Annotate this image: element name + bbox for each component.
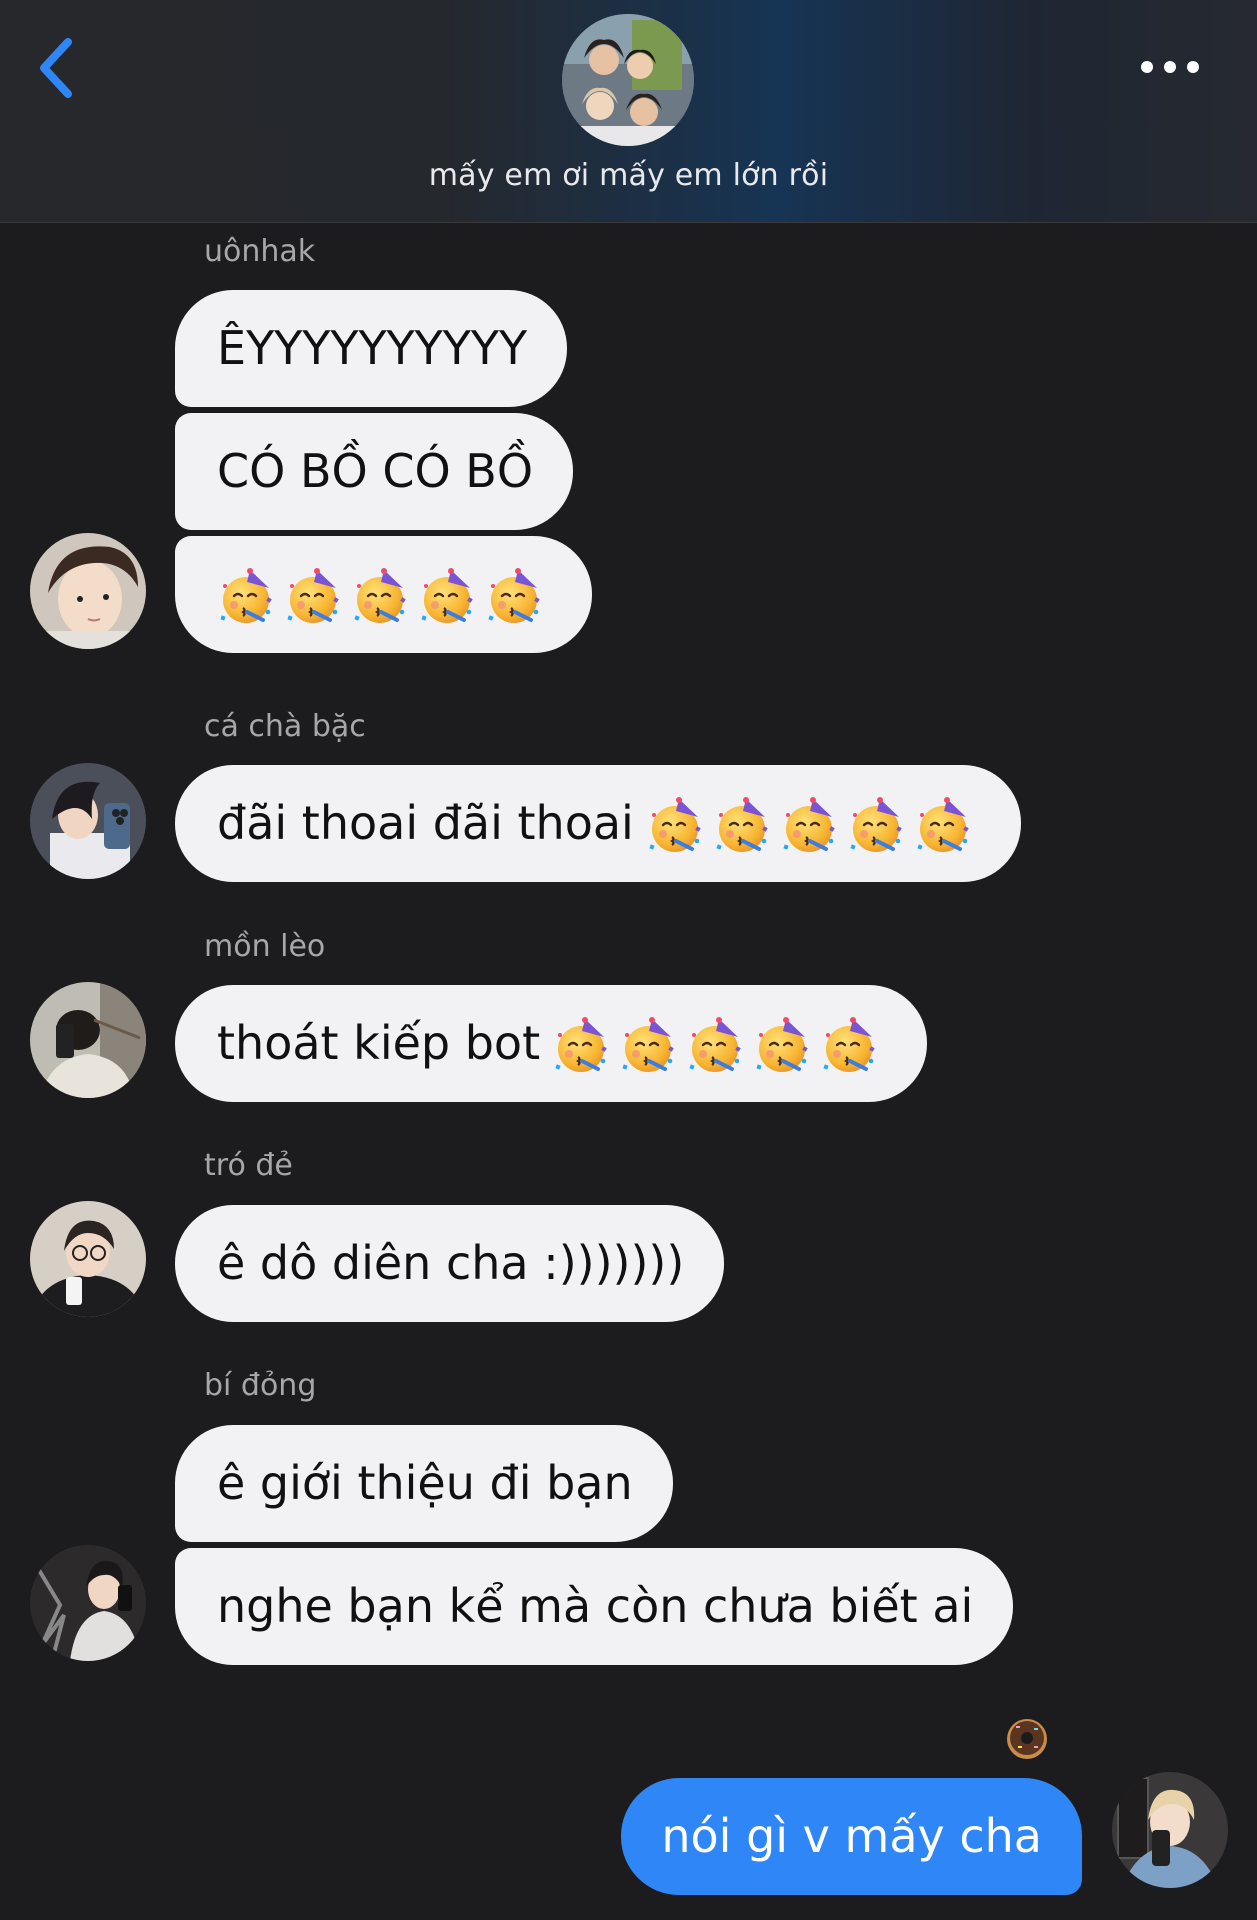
partying-face-emoji xyxy=(713,797,773,857)
partying-face-emoji xyxy=(780,797,840,857)
avatar[interactable] xyxy=(30,533,146,649)
emoji-row xyxy=(217,568,552,628)
message-bubble[interactable] xyxy=(175,536,592,653)
message-bubble[interactable]: thoát kiếp bot xyxy=(175,985,928,1102)
partying-face-emoji xyxy=(552,1017,612,1077)
group-avatar[interactable] xyxy=(562,14,694,146)
message-text: ê dô diên cha :))))))) xyxy=(217,1236,685,1290)
message-bubble[interactable]: nghe bạn kể mà còn chưa biết ai xyxy=(175,1548,1014,1665)
partying-face-emoji xyxy=(485,568,545,628)
chevron-left-icon xyxy=(40,38,72,98)
doughnut-reaction[interactable] xyxy=(1004,1716,1050,1762)
message-bubble[interactable]: CÓ BỒ CÓ BỒ xyxy=(175,413,574,530)
message-text: nghe bạn kể mà còn chưa biết ai xyxy=(217,1579,974,1633)
more-options-button[interactable] xyxy=(1130,42,1210,92)
message-text: nói gì v mấy cha xyxy=(661,1809,1042,1863)
message-text: ÊYYYYYYYYYY xyxy=(217,321,528,375)
message-text: thoát kiếp bot xyxy=(217,1016,541,1070)
partying-face-emoji xyxy=(753,1017,813,1077)
partying-face-emoji xyxy=(217,568,277,628)
partying-face-emoji xyxy=(847,797,907,857)
partying-face-emoji xyxy=(619,1017,679,1077)
avatar[interactable] xyxy=(30,1201,146,1317)
message-bubble[interactable]: ê dô diên cha :))))))) xyxy=(175,1205,725,1322)
sender-name: tró đẻ xyxy=(204,1148,293,1183)
message-text: CÓ BỒ CÓ BỒ xyxy=(217,444,534,498)
emoji-row xyxy=(552,1017,887,1077)
message-text: ê giới thiệu đi bạn xyxy=(217,1456,633,1510)
back-button[interactable] xyxy=(28,30,88,106)
more-horizontal-icon xyxy=(1141,61,1199,73)
partying-face-emoji xyxy=(418,568,478,628)
partying-face-emoji xyxy=(646,797,706,857)
message-bubble[interactable]: đãi thoai đãi thoai xyxy=(175,765,1021,882)
emoji-row xyxy=(646,797,981,857)
partying-face-emoji xyxy=(351,568,411,628)
avatar[interactable] xyxy=(30,1545,146,1661)
avatar[interactable] xyxy=(30,982,146,1098)
partying-face-emoji xyxy=(284,568,344,628)
my-avatar[interactable] xyxy=(1112,1772,1228,1888)
sender-name: cá chà bặc xyxy=(204,709,366,744)
avatar[interactable] xyxy=(30,763,146,879)
sender-name: mồn lèo xyxy=(204,929,326,964)
outgoing-message-bubble[interactable]: nói gì v mấy cha xyxy=(621,1778,1082,1895)
message-bubble[interactable]: ê giới thiệu đi bạn xyxy=(175,1425,673,1542)
sender-name: bí đỏng xyxy=(204,1368,317,1403)
message-bubble[interactable]: ÊYYYYYYYYYY xyxy=(175,290,568,407)
message-text: đãi thoai đãi thoai xyxy=(217,796,634,850)
partying-face-emoji xyxy=(820,1017,880,1077)
chat-header: mấy em ơi mấy em lớn rồi xyxy=(0,0,1257,223)
sender-name: uônhak xyxy=(204,234,316,269)
doughnut-icon xyxy=(1007,1719,1047,1759)
partying-face-emoji xyxy=(914,797,974,857)
chat-title[interactable]: mấy em ơi mấy em lớn rồi xyxy=(0,158,1257,193)
partying-face-emoji xyxy=(686,1017,746,1077)
